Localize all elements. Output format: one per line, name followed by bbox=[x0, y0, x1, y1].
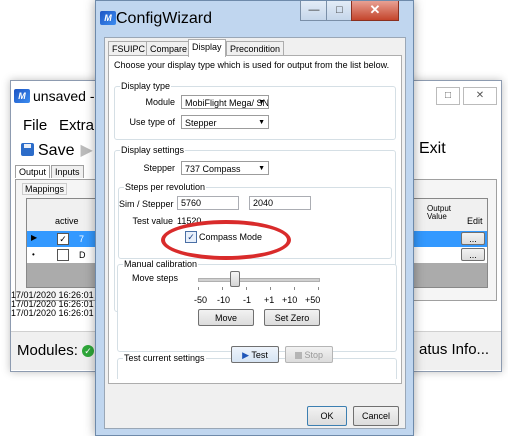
stop-icon bbox=[294, 352, 302, 359]
move-steps-slider-thumb[interactable] bbox=[230, 271, 240, 287]
test-button[interactable]: ▶ Test bbox=[231, 346, 279, 363]
chevron-down-icon: ▼ bbox=[258, 99, 265, 106]
module-label: Module bbox=[145, 97, 175, 107]
module-select[interactable]: MobiFlight Mega/ SN ▼ bbox=[181, 95, 269, 109]
step-value: -1 bbox=[243, 295, 252, 305]
chevron-down-icon: ▼ bbox=[258, 119, 265, 126]
new-row-icon: • bbox=[32, 250, 35, 259]
output-value-header: Output Value bbox=[427, 204, 452, 221]
edit-header: Edit bbox=[467, 216, 483, 226]
display-tab-panel: Choose your display type which is used f… bbox=[108, 55, 402, 384]
menu-extras[interactable]: Extra bbox=[59, 117, 94, 134]
highlight-circle bbox=[161, 220, 291, 260]
main-window-title: unsaved - bbox=[33, 88, 95, 104]
active-header: active bbox=[55, 216, 79, 226]
modules-label: Modules: bbox=[17, 342, 78, 359]
test-value-label: Test value bbox=[132, 216, 173, 226]
tab-output[interactable]: Output bbox=[15, 165, 51, 178]
tab-inputs[interactable]: Inputs bbox=[51, 165, 84, 178]
row-cell: 7 bbox=[79, 234, 85, 244]
exit-button[interactable]: Exit bbox=[419, 140, 446, 158]
play-icon: ▶ bbox=[242, 350, 250, 360]
step-value: +50 bbox=[305, 295, 321, 305]
manual-calibration-title: Manual calibration bbox=[123, 259, 199, 269]
module-value: MobiFlight Mega/ SN bbox=[185, 98, 269, 108]
ok-button[interactable]: OK bbox=[307, 406, 347, 426]
app-logo-icon: M bbox=[14, 89, 30, 103]
status-info[interactable]: atus Info... bbox=[419, 341, 489, 358]
row-cell: D bbox=[79, 250, 86, 260]
stepper-steps-input[interactable]: 2040 bbox=[249, 196, 311, 210]
step-value: +10 bbox=[282, 295, 298, 305]
sim-stepper-label: Sim / Stepper bbox=[119, 199, 174, 209]
dialog-title: ConfigWizard bbox=[116, 10, 213, 27]
cancel-button[interactable]: Cancel bbox=[353, 406, 399, 426]
stop-button[interactable]: Stop bbox=[285, 346, 333, 363]
tab-compare[interactable]: Compare bbox=[146, 41, 192, 56]
instructions-text: Choose your display type which is used f… bbox=[114, 60, 390, 70]
mappings-label: Mappings bbox=[22, 183, 68, 195]
active-checkbox[interactable] bbox=[57, 249, 69, 261]
config-wizard-dialog: M ConfigWizard — □ ✕ FSUIPC Compare Disp… bbox=[95, 0, 414, 436]
ok-status-icon: ✓ bbox=[82, 345, 95, 357]
tab-fsuipc[interactable]: FSUIPC bbox=[108, 41, 150, 56]
slider-ticks bbox=[198, 287, 320, 291]
save-label: Save bbox=[38, 142, 75, 159]
maximize-button[interactable]: □ bbox=[326, 1, 353, 21]
test-settings-label: Test current settings bbox=[123, 353, 206, 363]
play-icon: ▶ bbox=[80, 142, 93, 159]
tab-display[interactable]: Display bbox=[188, 39, 226, 57]
chevron-down-icon: ▼ bbox=[258, 165, 265, 172]
app-logo-icon: M bbox=[100, 11, 116, 25]
display-settings-label: Display settings bbox=[120, 145, 186, 155]
stop-button-label: Stop bbox=[304, 350, 324, 360]
close-button[interactable]: ✕ bbox=[351, 1, 399, 21]
close-button[interactable]: ✕ bbox=[463, 87, 497, 105]
stepper-value: 737 Compass bbox=[185, 164, 241, 174]
active-checkbox[interactable]: ✓ bbox=[57, 233, 69, 245]
use-type-value: Stepper bbox=[185, 118, 217, 128]
move-steps-slider-track[interactable] bbox=[198, 278, 320, 282]
edit-button[interactable]: ... bbox=[461, 232, 485, 245]
move-steps-label: Move steps bbox=[132, 273, 179, 283]
manual-calibration-box: Manual calibration Move steps -50 -10 -1… bbox=[117, 259, 397, 352]
step-value: -50 bbox=[194, 295, 208, 305]
save-button[interactable]: Save ▶ bbox=[21, 140, 93, 160]
minimize-button[interactable]: — bbox=[300, 1, 328, 21]
row-indicator-icon: ▶ bbox=[31, 233, 38, 242]
set-zero-button[interactable]: Set Zero bbox=[264, 309, 320, 326]
dialog-client: FSUIPC Compare Display Precondition Choo… bbox=[104, 37, 406, 429]
stepper-label: Stepper bbox=[143, 163, 175, 173]
sim-steps-input[interactable]: 5760 bbox=[177, 196, 239, 210]
display-type-group: Display type Module MobiFlight Mega/ SN ▼… bbox=[114, 81, 396, 140]
step-value: -10 bbox=[217, 295, 231, 305]
move-button[interactable]: Move bbox=[198, 309, 254, 326]
modules-status: Modules: ✓ bbox=[17, 342, 95, 359]
maximize-button[interactable]: □ bbox=[436, 87, 460, 105]
stepper-select[interactable]: 737 Compass ▼ bbox=[181, 161, 269, 175]
test-button-label: Test bbox=[251, 350, 268, 360]
display-type-label: Display type bbox=[120, 81, 172, 91]
menu-file[interactable]: File bbox=[23, 117, 47, 134]
steps-per-revolution-group: Steps per revolution Sim / Stepper 5760 … bbox=[118, 182, 392, 260]
tab-precondition[interactable]: Precondition bbox=[226, 41, 285, 56]
use-type-label: Use type of bbox=[129, 117, 175, 127]
steps-per-revolution-label: Steps per revolution bbox=[124, 182, 207, 192]
dialog-footer: OK Cancel bbox=[105, 384, 405, 428]
floppy-icon bbox=[21, 143, 34, 156]
use-type-select[interactable]: Stepper ▼ bbox=[181, 115, 269, 129]
step-value: +1 bbox=[264, 295, 275, 305]
edit-button[interactable]: ... bbox=[461, 248, 485, 261]
